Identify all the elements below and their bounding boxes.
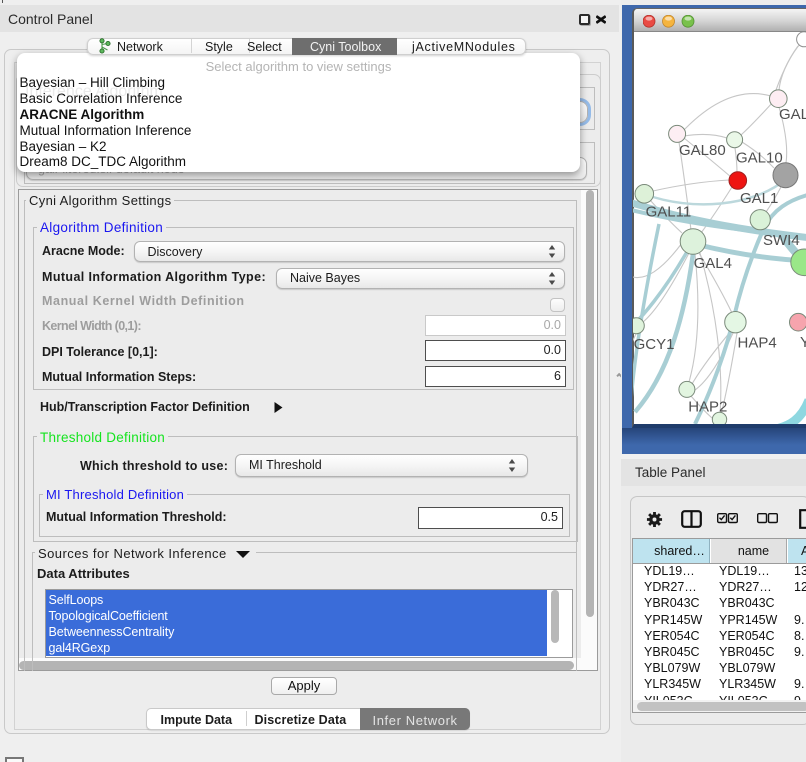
svg-text:GAL4: GAL4 xyxy=(694,255,732,272)
svg-text:GAL1: GAL1 xyxy=(740,190,778,207)
svg-text:GAL10: GAL10 xyxy=(736,150,783,167)
svg-text:Y: Y xyxy=(800,334,806,351)
svg-text:GAL11: GAL11 xyxy=(646,204,692,221)
svg-text:GCY1: GCY1 xyxy=(634,336,675,353)
svg-text:GAL7: GAL7 xyxy=(779,106,806,123)
svg-text:GAL80: GAL80 xyxy=(679,142,726,159)
svg-text:HAP4: HAP4 xyxy=(738,335,777,352)
svg-text:SWI4: SWI4 xyxy=(763,232,800,249)
svg-text:HAP2: HAP2 xyxy=(688,399,727,416)
